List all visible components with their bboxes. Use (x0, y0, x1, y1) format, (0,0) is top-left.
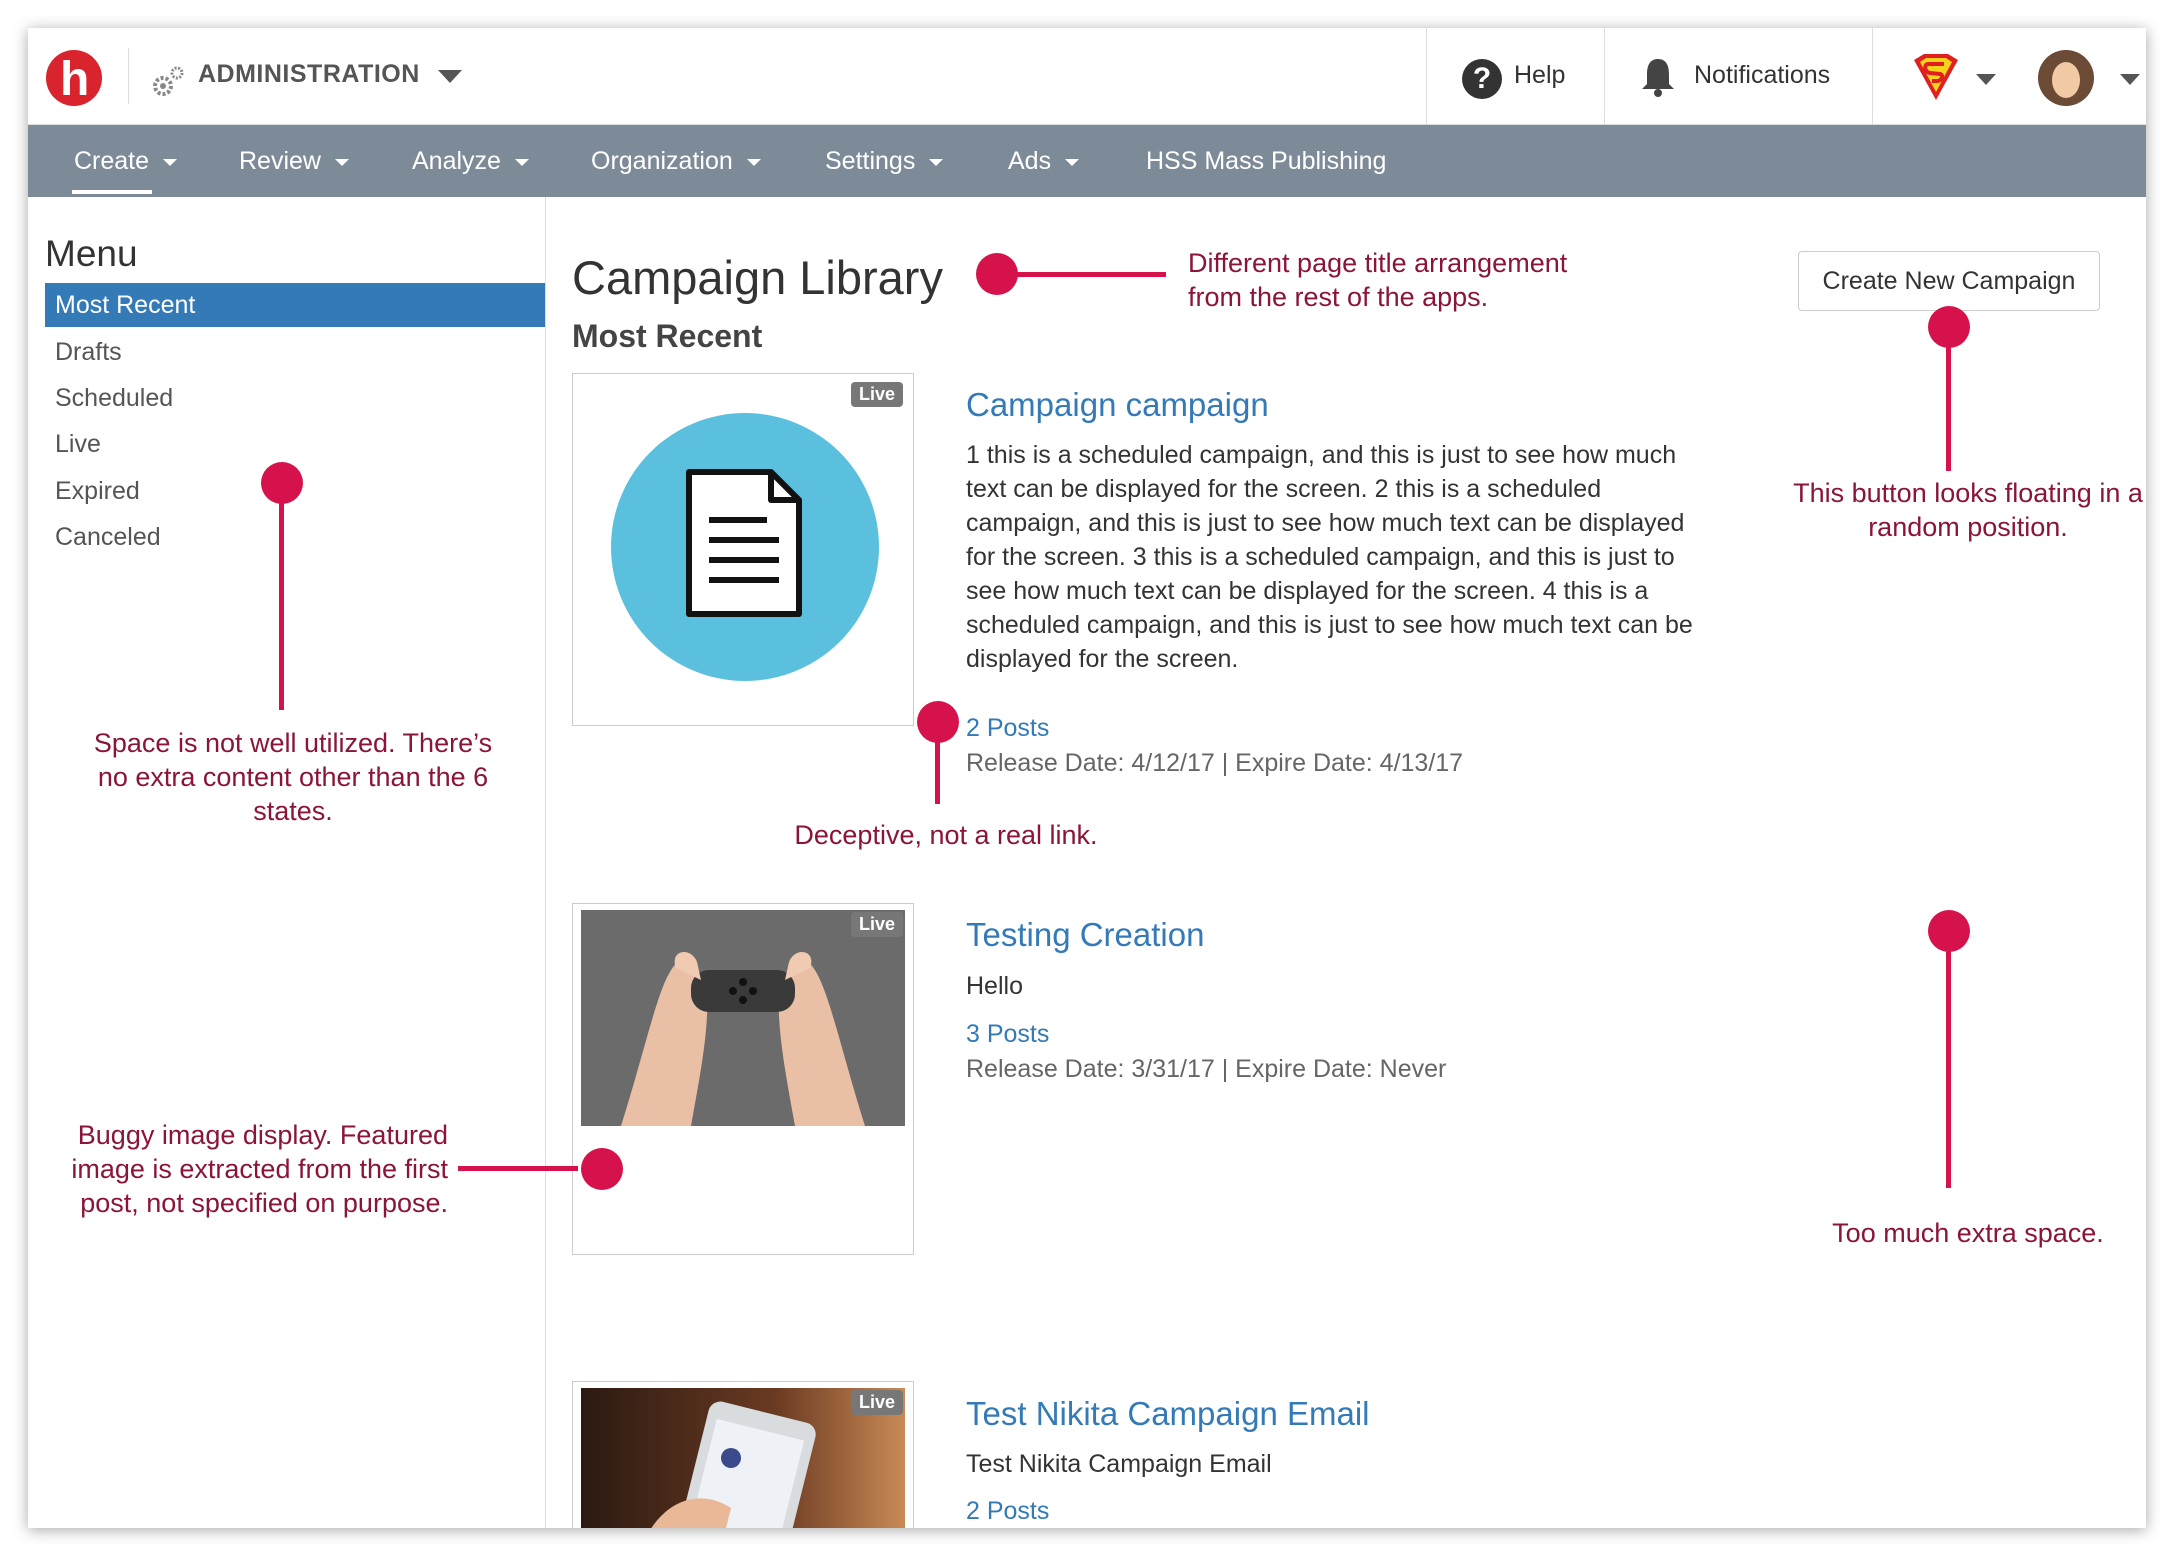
nav-label: Review (239, 147, 321, 175)
annotation-line (1946, 938, 1951, 1188)
annotation-link: Deceptive, not a real link. (794, 820, 1098, 850)
annotation-line (1946, 333, 1951, 471)
chevron-down-icon (2120, 74, 2140, 85)
bell-icon (1642, 59, 1674, 97)
logo-letter: h (60, 53, 90, 106)
campaign-description: 1 this is a scheduled campaign, and this… (966, 441, 1693, 673)
campaign-thumbnail[interactable]: Live (572, 903, 914, 1255)
brand-switcher[interactable] (1872, 28, 1996, 125)
chevron-down-icon (163, 158, 178, 166)
section-subtitle: Most Recent (572, 318, 763, 354)
annotation-button: This button looks floating in a random p… (1793, 478, 2143, 542)
campaign-thumbnail[interactable]: Live (572, 1381, 914, 1528)
page-title: Campaign Library (572, 251, 943, 304)
nav-label: Ads (1008, 147, 1052, 175)
campaign-dates: Release Date: 4/12/17 | Expire Date: 4/1… (966, 749, 1464, 777)
app-window: h ADMINISTRATION ? Help Notifications Cr… (28, 28, 2146, 1528)
help-icon: ? (1462, 59, 1502, 99)
sidebar-item-most-recent[interactable]: Most Recent (45, 283, 545, 327)
nav-label: Create (74, 147, 150, 175)
nav-label: HSS Mass Publishing (1146, 147, 1387, 175)
chevron-down-icon (514, 158, 529, 166)
chevron-down-icon (334, 158, 349, 166)
nav-hss-mass-publishing[interactable]: HSS Mass Publishing (1146, 125, 1386, 197)
campaign-title-link[interactable]: Test Nikita Campaign Email (966, 1395, 1369, 1433)
nav-organization[interactable]: Organization (591, 125, 761, 197)
annotation-line (279, 490, 284, 710)
nav-label: Settings (825, 147, 916, 175)
notifications-button[interactable]: Notifications (1604, 28, 1872, 125)
gear-icon (153, 66, 184, 96)
annotation-extra-space: Too much extra space. (1832, 1218, 2104, 1248)
posts-count[interactable]: 2 Posts (966, 714, 1049, 743)
nav-create[interactable]: Create (74, 125, 178, 197)
nav-label: Organization (591, 147, 733, 175)
controller-photo (581, 910, 905, 1126)
sidebar-item-drafts[interactable]: Drafts (45, 330, 545, 374)
nav-review[interactable]: Review (239, 125, 349, 197)
nav-active-indicator (72, 190, 152, 194)
campaign-title-link[interactable]: Campaign campaign (966, 386, 1269, 424)
notifications-label: Notifications (1694, 61, 1831, 89)
chevron-down-icon (1065, 158, 1080, 166)
posts-count[interactable]: 2 Posts (966, 1497, 1049, 1526)
annotation-line (935, 728, 940, 804)
status-badge: Live (850, 382, 903, 407)
user-menu[interactable] (1992, 28, 2146, 125)
header-separator (128, 48, 129, 104)
avatar (2038, 50, 2094, 106)
annotation-line (458, 1166, 578, 1171)
campaign-dates: Release Date: 3/31/17 | Expire Date: Nev… (966, 1055, 1447, 1083)
sidebar: Menu Most Recent Drafts Scheduled Live E… (28, 197, 546, 1528)
help-label: Help (1514, 61, 1566, 89)
chevron-down-icon (929, 158, 944, 166)
campaign-title-link[interactable]: Testing Creation (966, 916, 1204, 954)
annotation-line (1006, 272, 1166, 277)
campaign-description: Hello (966, 972, 1023, 1000)
annotation-marker (581, 1148, 623, 1190)
annotation-space: Space is not well utilized. There’s no e… (93, 728, 493, 826)
posts-count[interactable]: 3 Posts (966, 1020, 1049, 1049)
top-header: h ADMINISTRATION ? Help Notifications (28, 28, 2146, 125)
campaign-description: Test Nikita Campaign Email (966, 1450, 1272, 1478)
status-badge: Live (850, 912, 903, 937)
app-logo[interactable]: h (46, 50, 102, 106)
sidebar-item-scheduled[interactable]: Scheduled (45, 376, 545, 420)
status-badge: Live (850, 1390, 903, 1415)
chevron-down-icon[interactable] (438, 70, 462, 83)
nav-label: Analyze (412, 147, 501, 175)
section-title[interactable]: ADMINISTRATION (198, 60, 420, 89)
main-nav: Create Review Analyze Organization Setti… (28, 125, 2146, 197)
campaign-thumbnail[interactable]: Live (572, 373, 914, 726)
document-icon (611, 413, 879, 681)
nav-settings[interactable]: Settings (825, 125, 944, 197)
nav-analyze[interactable]: Analyze (412, 125, 529, 197)
annotation-title: Different page title arrangement from th… (1188, 248, 1568, 312)
sidebar-item-canceled[interactable]: Canceled (45, 515, 545, 559)
nav-ads[interactable]: Ads (1008, 125, 1080, 197)
menu-title: Menu (45, 233, 138, 274)
help-button[interactable]: ? Help (1426, 28, 1604, 125)
superman-shield-icon (1914, 54, 1958, 100)
annotation-image: Buggy image display. Featured image is e… (71, 1120, 448, 1218)
sidebar-item-live[interactable]: Live (45, 422, 545, 466)
create-new-campaign-button[interactable]: Create New Campaign (1798, 251, 2100, 311)
chevron-down-icon (746, 158, 761, 166)
